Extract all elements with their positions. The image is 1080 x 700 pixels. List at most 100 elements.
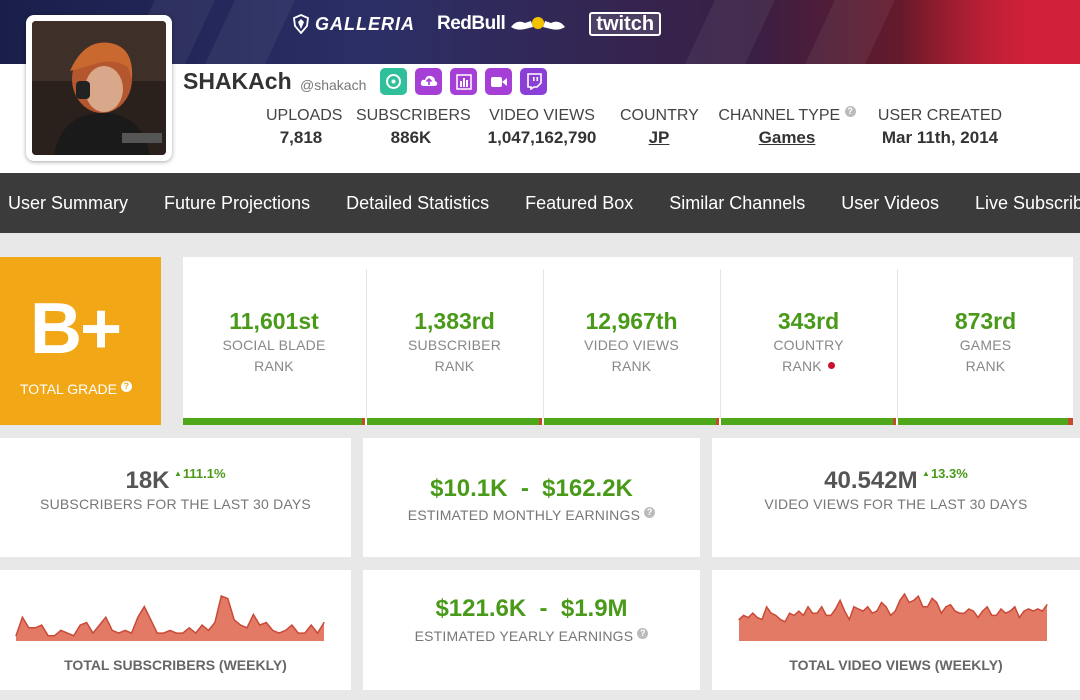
chart-point: [214, 621, 216, 624]
nav-future-projections[interactable]: Future Projections: [146, 193, 328, 214]
chart-point: [738, 619, 740, 621]
country-link[interactable]: JP: [620, 127, 698, 149]
chart-point: [92, 632, 94, 634]
chart-point: [1046, 604, 1048, 606]
stat-user-created: USER CREATED Mar 11th, 2014: [876, 106, 1004, 149]
chart-point: [118, 632, 120, 634]
stat-label: VIDEO VIEWS: [489, 107, 595, 124]
chart-point: [747, 616, 749, 619]
chart-point: [310, 624, 312, 626]
chart-point: [272, 629, 274, 631]
subscribers-30d-value: 18K: [125, 467, 170, 494]
chart-point: [98, 624, 100, 626]
redbull-bulls-icon: [511, 17, 566, 30]
chart-point: [41, 624, 43, 626]
chart-point: [201, 624, 203, 626]
chart-point: [839, 599, 841, 601]
total-grade-card: B+ TOTAL GRADE ?: [0, 257, 161, 425]
chart-point: [1005, 612, 1007, 614]
stat-subscribers: SUBSCRIBERS 886K: [356, 106, 471, 149]
subscribers-30d-delta: 111.1%: [174, 466, 226, 481]
chart-point: [834, 608, 837, 610]
twitch-logo: twitch: [589, 12, 662, 36]
nav-detailed-statistics[interactable]: Detailed Statistics: [328, 193, 507, 214]
help-icon[interactable]: ?: [644, 507, 656, 518]
bar-chart-icon[interactable]: [450, 68, 477, 95]
views-30d-value: 40.542M: [824, 467, 918, 494]
chart-point: [963, 612, 965, 614]
channel-type-link[interactable]: Games: [716, 127, 858, 149]
chart-point: [60, 629, 62, 631]
galleria-shield-icon: [293, 14, 309, 34]
channel-name: SHAKAch: [183, 68, 292, 94]
redbull-logo: RedBull: [437, 13, 567, 35]
chart-point: [784, 621, 786, 623]
chart-area: [16, 596, 324, 641]
japan-flag-icon: [827, 362, 835, 369]
chart-point: [169, 629, 171, 631]
nav-user-videos[interactable]: User Videos: [823, 193, 957, 214]
channel-avatar: [26, 15, 172, 161]
chart-point: [885, 606, 887, 608]
chart-point: [28, 627, 30, 629]
chart-point: [821, 606, 823, 608]
chart-point: [986, 606, 988, 608]
rank-label: VIDEO VIEWS: [584, 337, 679, 353]
chart-point: [284, 629, 287, 631]
chart-point: [66, 632, 68, 634]
chart-point: [188, 627, 190, 629]
nav-similar-channels[interactable]: Similar Channels: [651, 193, 823, 214]
stat-video-views: VIDEO VIEWS 1,047,162,790: [482, 106, 602, 149]
nav-user-summary[interactable]: User Summary: [0, 193, 146, 214]
upload-cloud-icon[interactable]: [415, 68, 442, 95]
rank-panel: 11,601st SOCIAL BLADE RANK 1,383rd SUBSC…: [183, 257, 1073, 425]
chart-point: [871, 612, 873, 614]
rank-value: 343rd: [777, 308, 840, 334]
avatar-image: [32, 21, 166, 155]
chart-point: [233, 619, 235, 621]
chart-point: [195, 632, 197, 634]
yearly-earnings-value: $121.6K - $1.9M: [435, 595, 628, 622]
twitch-icon[interactable]: [520, 68, 547, 95]
stat-uploads: UPLOADS 7,818: [266, 106, 342, 149]
chart-point: [1000, 608, 1002, 610]
chart-point: [278, 632, 280, 634]
chart-point: [880, 601, 883, 604]
help-icon[interactable]: ?: [120, 381, 132, 392]
chart-point: [53, 635, 56, 637]
chart-point: [844, 610, 846, 612]
help-icon[interactable]: ?: [844, 106, 856, 117]
monthly-earnings-label: ESTIMATED MONTHLY EARNINGS: [407, 507, 641, 523]
section-nav: User Summary Future Projections Detailed…: [0, 173, 1080, 233]
chart-point: [111, 629, 113, 631]
sponsor-logos: GALLERIA RedBull twitch: [292, 12, 662, 36]
chart-point: [297, 632, 299, 634]
chart-point: [47, 635, 49, 637]
stat-value: 1,047,162,790: [487, 128, 597, 147]
chart-point: [130, 632, 133, 634]
rank-games: 873rd GAMES RANK: [898, 257, 1073, 425]
chart-point: [766, 606, 768, 608]
rank-bar: [367, 418, 542, 425]
chart-point: [1041, 610, 1043, 612]
chart-point: [825, 614, 827, 616]
chart-point: [982, 610, 984, 612]
nav-live-subscriber[interactable]: Live Subscriber: [957, 193, 1080, 214]
video-camera-icon[interactable]: [485, 68, 512, 95]
rank-bar: [183, 418, 365, 425]
subscribers-30d-card: 18K 111.1% SUBSCRIBERS FOR THE LAST 30 D…: [0, 438, 351, 557]
chart-point: [848, 619, 850, 621]
chart-point: [995, 614, 997, 616]
chart-point: [156, 632, 158, 634]
rank-value: 12,967th: [585, 308, 678, 334]
rank-video-views: 12,967th VIDEO VIEWS RANK: [544, 257, 719, 425]
socialblade-icon[interactable]: [380, 68, 407, 95]
rank-bar: [721, 418, 896, 425]
nav-featured-box[interactable]: Featured Box: [507, 193, 651, 214]
redbull-text: RedBull: [437, 13, 506, 34]
chart-point: [945, 606, 947, 608]
chart-point: [220, 595, 222, 597]
yearly-earnings-label: ESTIMATED YEARLY EARNINGS: [414, 628, 634, 644]
help-icon[interactable]: ?: [637, 628, 649, 639]
chart-point: [899, 599, 901, 601]
